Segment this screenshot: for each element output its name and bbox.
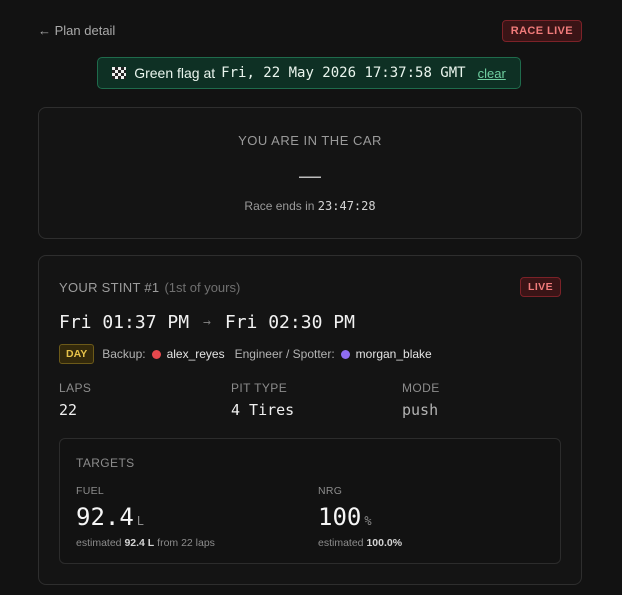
nrg-value: 100 [318, 503, 362, 531]
stint-time-range: Fri 01:37 PM → Fri 02:30 PM [59, 312, 355, 333]
fuel-unit: L [136, 514, 145, 528]
day-badge: DAY [59, 344, 95, 364]
race-ends-label: Race ends in [244, 199, 315, 213]
fuel-est-value: 92.4 L [124, 537, 155, 549]
race-ends-row: Race ends in 23:47:28 [39, 199, 581, 213]
mode-value: push [402, 401, 439, 419]
pit-type-label: PIT TYPE [231, 381, 288, 395]
stint-start-time: Fri 01:37 PM [59, 312, 190, 333]
clear-link[interactable]: clear [478, 66, 506, 81]
green-flag-time: Fri, 22 May 2026 17:37:58 GMT [221, 65, 466, 81]
nrg-est-prefix: estimated [318, 537, 364, 549]
spotter-color-dot [340, 349, 350, 359]
back-to-plan-link[interactable]: ← Plan detail [38, 23, 115, 38]
stint-end-time: Fri 02:30 PM [224, 312, 355, 333]
mode-stat: MODE push [402, 381, 440, 419]
car-status-card: YOU ARE IN THE CAR — Race ends in 23:47:… [38, 107, 582, 239]
laps-value: 22 [59, 401, 78, 419]
laps-stat: LAPS 22 [59, 381, 91, 419]
pit-type-value: 4 Tires [231, 401, 295, 419]
nrg-unit: % [364, 514, 372, 528]
nrg-estimate: estimated 100.0% [318, 537, 402, 549]
green-flag-banner: Green flag at Fri, 22 May 2026 17:37:58 … [97, 57, 521, 89]
stint-card: YOUR STINT #1 (1st of yours) LIVE Fri 01:… [38, 255, 582, 585]
stint-subtitle: (1st of yours) [164, 280, 241, 295]
nrg-value-row: 100% [318, 503, 402, 531]
car-status-label: YOU ARE IN THE CAR [238, 133, 382, 148]
backup-label: Backup: [102, 347, 146, 361]
checkered-flag-icon [112, 67, 127, 79]
stint-live-badge: LIVE [520, 277, 561, 297]
fuel-est-prefix: estimated [76, 537, 122, 549]
fuel-estimate: estimated 92.4 L from 22 laps [76, 537, 215, 549]
mode-label: MODE [402, 381, 440, 395]
nrg-est-value: 100.0% [366, 537, 403, 549]
fuel-value-row: 92.4 L [76, 503, 215, 531]
backup-name: alex_reyes [166, 347, 225, 361]
stint-title-row: YOUR STINT #1 (1st of yours) [59, 280, 240, 295]
race-live-badge: RACE LIVE [501, 20, 582, 42]
targets-card: TARGETS FUEL 92.4 L estimated 92.4 L from… [59, 438, 561, 564]
nrg-target: NRG 100% estimated 100.0% [318, 485, 402, 549]
race-countdown: 23:47:28 [317, 199, 376, 213]
banner-prefix: Green flag at [134, 65, 216, 81]
fuel-target: FUEL 92.4 L estimated 92.4 L from 22 laps [76, 485, 215, 549]
spotter-label: Engineer / Spotter: [234, 347, 335, 361]
stint-people-row: DAY Backup: alex_reyes Engineer / Spotte… [59, 344, 432, 364]
stint-title: YOUR STINT #1 [59, 280, 160, 295]
laps-label: LAPS [59, 381, 92, 395]
nrg-label: NRG [318, 485, 343, 497]
backup-color-dot [151, 349, 161, 359]
spotter-name: morgan_blake [355, 347, 432, 361]
pit-type-stat: PIT TYPE 4 Tires [231, 381, 294, 419]
fuel-est-suffix: from 22 laps [157, 537, 215, 549]
fuel-label: FUEL [76, 485, 105, 497]
current-driver: — [299, 163, 321, 188]
targets-title: TARGETS [76, 456, 135, 470]
fuel-value: 92.4 [76, 503, 134, 531]
arrow-right-icon: → [203, 315, 211, 330]
